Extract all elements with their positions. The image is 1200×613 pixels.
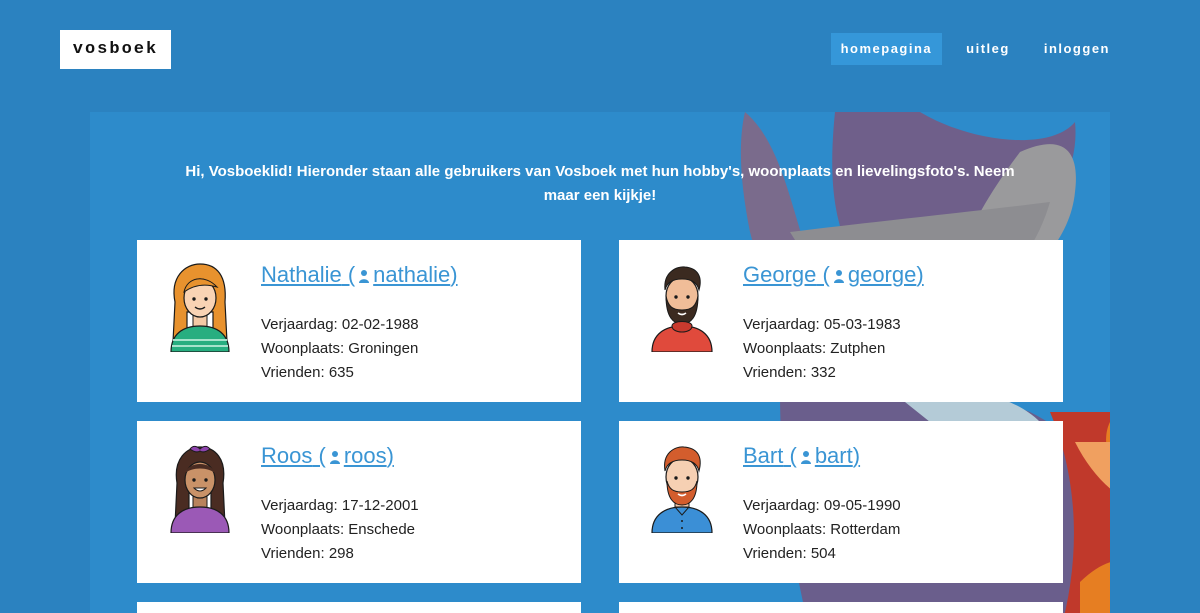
friends-line: Vrienden: 635 <box>261 364 354 381</box>
nav-homepagina[interactable]: homepagina <box>830 33 943 65</box>
city-line: Woonplaats: Groningen <box>261 340 419 357</box>
nav-uitleg[interactable]: uitleg <box>956 33 1020 65</box>
friends-line: Vrienden: 298 <box>261 545 354 562</box>
user-info: Verjaardag: 02-02-1988 Woonplaats: Groni… <box>261 313 419 385</box>
avatar <box>170 263 230 352</box>
user-card-partial <box>619 602 1063 613</box>
avatar <box>170 445 230 533</box>
user-icon <box>359 270 370 283</box>
intro-text: Hi, Vosboeklid! Hieronder staan alle geb… <box>185 163 1015 204</box>
user-name-link[interactable]: George (george) <box>743 262 924 288</box>
user-card: Roos (roos) Verjaardag: 17-12-2001 Woonp… <box>137 421 581 583</box>
main-nav: homepagina uitleg inloggen <box>817 33 1120 65</box>
user-card: Bart (bart) Verjaardag: 09-05-1990 Woonp… <box>619 421 1063 583</box>
birthday-line: Verjaardag: 17-12-2001 <box>261 497 419 514</box>
user-card: George (george) Verjaardag: 05-03-1983 W… <box>619 240 1063 402</box>
user-icon <box>329 451 340 464</box>
user-info: Verjaardag: 09-05-1990 Woonplaats: Rotte… <box>743 494 901 566</box>
birthday-line: Verjaardag: 05-03-1983 <box>743 316 901 333</box>
birthday-line: Verjaardag: 02-02-1988 <box>261 316 419 333</box>
avatar <box>651 446 713 533</box>
avatar <box>651 266 713 352</box>
friends-line: Vrienden: 332 <box>743 364 836 381</box>
user-icon <box>800 451 811 464</box>
user-name-link[interactable]: Nathalie (nathalie) <box>261 262 458 288</box>
birthday-line: Verjaardag: 09-05-1990 <box>743 497 901 514</box>
user-info: Verjaardag: 05-03-1983 Woonplaats: Zutph… <box>743 313 901 385</box>
logo[interactable]: vosboek <box>60 30 171 69</box>
city-line: Woonplaats: Enschede <box>261 521 415 538</box>
user-icon <box>833 270 844 283</box>
user-card-partial <box>137 602 581 613</box>
user-name-link[interactable]: Roos (roos) <box>261 443 394 469</box>
user-info: Verjaardag: 17-12-2001 Woonplaats: Ensch… <box>261 494 419 566</box>
friends-line: Vrienden: 504 <box>743 545 836 562</box>
city-line: Woonplaats: Zutphen <box>743 340 886 357</box>
user-card: Nathalie (nathalie) Verjaardag: 02-02-19… <box>137 240 581 402</box>
city-line: Woonplaats: Rotterdam <box>743 521 901 538</box>
user-name-link[interactable]: Bart (bart) <box>743 443 860 469</box>
nav-inloggen[interactable]: inloggen <box>1034 33 1120 65</box>
